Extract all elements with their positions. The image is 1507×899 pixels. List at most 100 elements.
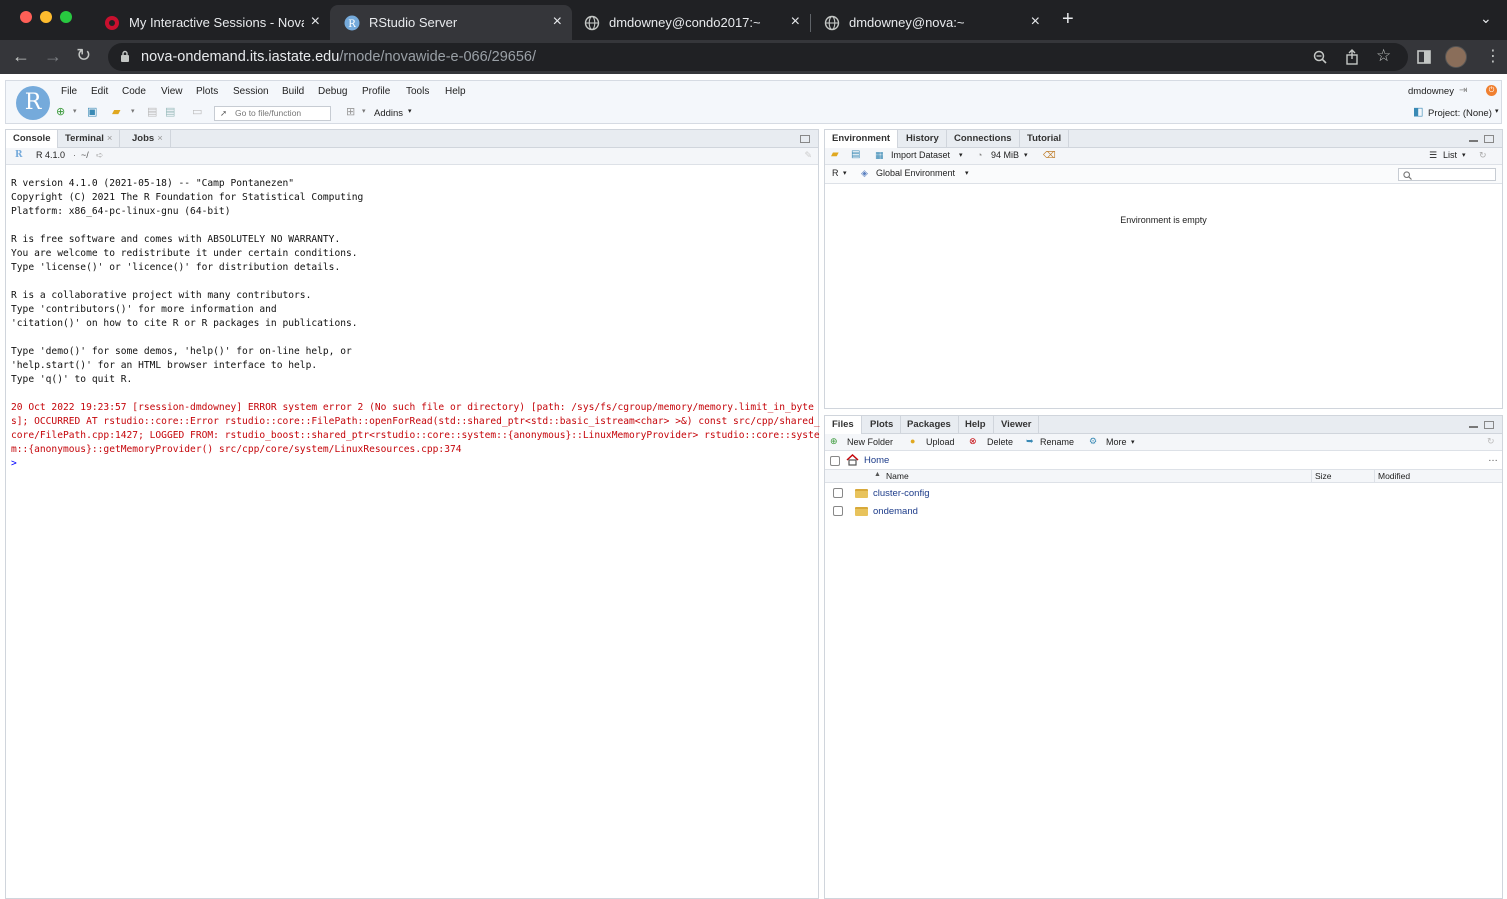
minimize-pane-icon[interactable] [1469, 426, 1478, 428]
dropdown-caret-icon[interactable]: ▾ [959, 151, 963, 159]
row-checkbox[interactable] [833, 488, 843, 498]
new-tab-button[interactable]: + [1062, 8, 1074, 31]
browser-tab-sessions[interactable]: My Interactive Sessions - Nova × [90, 5, 330, 40]
dropdown-caret-icon[interactable]: ▾ [965, 169, 969, 177]
refresh-icon[interactable]: ↻ [1479, 150, 1487, 161]
language-dropdown[interactable]: R [832, 168, 839, 178]
restore-pane-icon[interactable] [800, 135, 810, 143]
close-tab-icon[interactable]: × [553, 13, 562, 31]
goto-dir-icon[interactable]: ➪ [96, 150, 104, 161]
close-tab-icon[interactable]: × [1031, 13, 1040, 31]
column-modified[interactable]: Modified [1374, 470, 1410, 483]
delete-button[interactable]: Delete [987, 437, 1013, 447]
tab-jobs[interactable]: Jobs × [125, 130, 171, 148]
tab-files[interactable]: Files [825, 416, 862, 434]
zoom-icon[interactable] [1313, 50, 1327, 64]
dropdown-caret-icon[interactable]: ▾ [73, 107, 77, 115]
profile-avatar[interactable] [1445, 46, 1467, 68]
menu-code[interactable]: Code [122, 86, 146, 97]
tab-search-chevron-icon[interactable]: ⌄ [1480, 10, 1492, 27]
save-icon[interactable]: ▤ [147, 105, 157, 118]
breadcrumb-home-link[interactable]: Home [864, 455, 889, 466]
clear-console-icon[interactable]: ✎ [804, 150, 812, 161]
forward-button[interactable]: → [44, 46, 62, 67]
sign-out-icon[interactable]: ⇥ [1459, 85, 1467, 96]
maximize-pane-icon[interactable] [1484, 421, 1494, 429]
back-button[interactable]: ← [12, 46, 30, 67]
dropdown-caret-icon[interactable]: ▾ [1131, 438, 1135, 446]
menu-tools[interactable]: Tools [406, 86, 429, 97]
upload-button[interactable]: Upload [926, 437, 955, 447]
environment-search-input[interactable] [1398, 168, 1496, 181]
select-all-checkbox[interactable] [830, 456, 840, 466]
share-icon[interactable] [1345, 49, 1359, 65]
browser-tab-condo[interactable]: dmdowney@condo2017:~ × [570, 5, 810, 40]
close-window-button[interactable] [20, 11, 32, 23]
bookmark-star-icon[interactable]: ☆ [1376, 46, 1391, 66]
dropdown-caret-icon[interactable]: ▾ [1462, 151, 1466, 159]
side-panel-icon[interactable] [1417, 50, 1431, 64]
file-link[interactable]: ondemand [873, 506, 918, 517]
import-dataset-button[interactable]: Import Dataset [891, 150, 950, 160]
new-file-icon[interactable]: ⊕ [56, 105, 65, 118]
new-folder-button[interactable]: New Folder [847, 437, 893, 447]
menu-edit[interactable]: Edit [91, 86, 108, 97]
project-menu[interactable]: Project: (None) [1428, 108, 1492, 119]
dropdown-caret-icon[interactable]: ▾ [408, 107, 412, 115]
menu-session[interactable]: Session [233, 86, 269, 97]
minimize-window-button[interactable] [40, 11, 52, 23]
scope-dropdown[interactable]: Global Environment [876, 168, 955, 178]
console-output[interactable]: R version 4.1.0 (2021-05-18) -- "Camp Po… [11, 177, 820, 471]
load-workspace-icon[interactable]: ▰ [831, 149, 839, 160]
grid-layout-icon[interactable]: ⊞ [346, 105, 355, 118]
go-to-file-input[interactable]: ➚ Go to file/function [214, 106, 331, 121]
memory-usage-label[interactable]: 94 MiB [991, 150, 1019, 160]
broom-icon[interactable]: ⌫ [1043, 150, 1056, 161]
table-row[interactable]: ondemand [825, 503, 1502, 521]
addins-menu[interactable]: Addins [374, 108, 403, 119]
tab-environment[interactable]: Environment [825, 130, 899, 148]
row-checkbox[interactable] [833, 506, 843, 516]
maximize-pane-icon[interactable] [1484, 135, 1494, 143]
menu-build[interactable]: Build [282, 86, 304, 97]
tab-tutorial[interactable]: Tutorial [1020, 130, 1070, 148]
rename-button[interactable]: Rename [1040, 437, 1074, 447]
browser-menu-icon[interactable]: ⋮ [1485, 46, 1501, 66]
new-project-icon[interactable]: ▣ [87, 105, 97, 118]
menu-plots[interactable]: Plots [196, 86, 218, 97]
menu-help[interactable]: Help [445, 86, 466, 97]
save-workspace-icon[interactable]: ▤ [851, 149, 860, 160]
minimize-pane-icon[interactable] [1469, 140, 1478, 142]
column-size[interactable]: Size [1311, 470, 1332, 483]
file-link[interactable]: cluster-config [873, 488, 930, 499]
menu-profile[interactable]: Profile [362, 86, 390, 97]
browser-tab-nova[interactable]: dmdowney@nova:~ × [810, 5, 1050, 40]
refresh-icon[interactable]: ↻ [1487, 436, 1495, 447]
menu-view[interactable]: View [161, 86, 183, 97]
list-view-dropdown[interactable]: List [1443, 150, 1457, 160]
ellipsis-icon[interactable]: … [1488, 453, 1498, 464]
tab-terminal[interactable]: Terminal × [58, 130, 121, 148]
more-button[interactable]: More [1106, 437, 1127, 447]
tab-history[interactable]: History [899, 130, 947, 148]
dropdown-caret-icon[interactable]: ▾ [843, 169, 847, 177]
dropdown-caret-icon[interactable]: ▾ [362, 107, 366, 115]
power-icon[interactable]: ⏻ [1486, 85, 1497, 96]
print-icon[interactable]: ▭ [192, 105, 202, 118]
console-prompt[interactable]: > [11, 457, 816, 471]
tab-console[interactable]: Console [6, 130, 59, 148]
menu-file[interactable]: File [61, 86, 77, 97]
dropdown-caret-icon[interactable]: ▾ [1495, 107, 1499, 115]
tab-connections[interactable]: Connections [947, 130, 1020, 148]
dropdown-caret-icon[interactable]: ▾ [131, 107, 135, 115]
open-file-icon[interactable]: ▰ [112, 105, 120, 118]
reload-button[interactable]: ↻ [76, 45, 91, 66]
column-name[interactable]: Name [886, 471, 909, 481]
menu-debug[interactable]: Debug [318, 86, 347, 97]
tab-plots[interactable]: Plots [863, 416, 902, 434]
close-tab-icon[interactable]: × [311, 13, 320, 31]
browser-tab-rstudio[interactable]: R RStudio Server × [330, 5, 572, 40]
address-bar[interactable]: nova-ondemand.its.iastate.edu/rnode/nova… [108, 43, 1408, 71]
tab-viewer[interactable]: Viewer [994, 416, 1040, 434]
tab-packages[interactable]: Packages [900, 416, 959, 434]
